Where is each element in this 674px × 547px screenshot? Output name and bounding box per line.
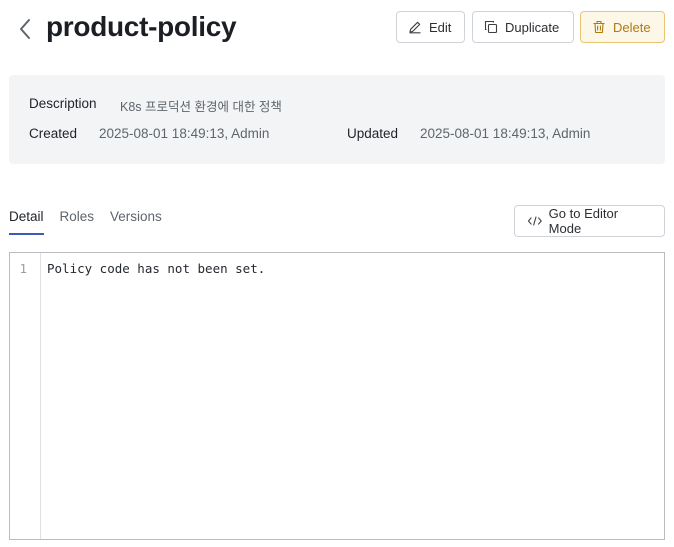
duplicate-button-label: Duplicate	[505, 19, 560, 35]
back-button[interactable]	[14, 17, 36, 41]
edit-button[interactable]: Edit	[396, 11, 465, 43]
trash-icon	[593, 20, 605, 34]
description-label: Description	[29, 96, 97, 111]
created-value: 2025-08-01 18:49:13, Admin	[99, 126, 270, 141]
policy-info-panel: Description K8s 프로덕션 환경에 대한 정책 Created 2…	[9, 75, 665, 164]
edit-button-label: Edit	[429, 19, 452, 35]
chevron-left-icon	[20, 19, 30, 39]
code-line: Policy code has not been set.	[47, 261, 266, 276]
tab-bar: Detail Roles Versions	[9, 205, 178, 235]
updated-value: 2025-08-01 18:49:13, Admin	[420, 126, 591, 141]
go-to-editor-mode-button[interactable]: Go to Editor Mode	[514, 205, 665, 237]
tab-detail[interactable]: Detail	[9, 205, 44, 235]
description-value: K8s 프로덕션 환경에 대한 정책	[120, 100, 282, 114]
updated-label: Updated	[347, 126, 399, 141]
pencil-icon	[409, 21, 421, 34]
line-number: 1	[19, 261, 27, 276]
delete-button-label: Delete	[613, 19, 651, 35]
delete-button[interactable]: Delete	[580, 11, 665, 43]
policy-code-editor[interactable]: 1 Policy code has not been set.	[9, 252, 665, 540]
tab-versions[interactable]: Versions	[110, 205, 162, 235]
code-icon	[527, 216, 542, 226]
line-number-gutter: 1	[10, 253, 41, 539]
copy-icon	[484, 20, 498, 34]
page-title: product-policy	[46, 11, 237, 42]
tab-roles[interactable]: Roles	[60, 205, 95, 235]
go-to-editor-mode-label: Go to Editor Mode	[548, 206, 619, 236]
created-label: Created	[29, 126, 78, 141]
duplicate-button[interactable]: Duplicate	[472, 11, 574, 43]
page-header: product-policy Edit Duplicate Delete	[0, 0, 674, 60]
